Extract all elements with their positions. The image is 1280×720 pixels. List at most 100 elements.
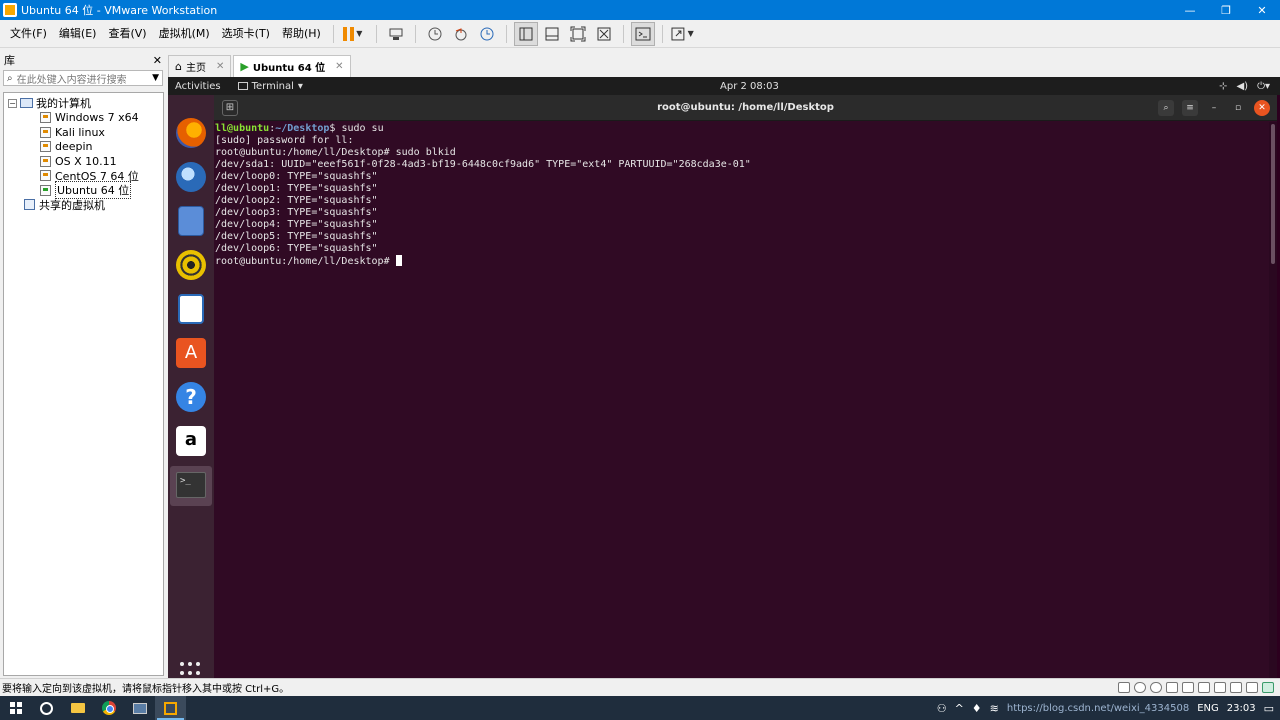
terminal-output[interactable]: ll@ubuntu:~/Desktop$ sudo su [sudo] passw… (214, 122, 1269, 678)
chevron-up-icon[interactable]: ^ (955, 702, 964, 715)
tree-item-shared-vms[interactable]: 共享的虚拟机 (4, 198, 163, 213)
power-icon[interactable]: ⏻▾ (1257, 81, 1270, 92)
tab-ubuntu[interactable]: ▶ Ubuntu 64 位 ✕ (233, 55, 351, 77)
tree-item-vm[interactable]: Kali linux (4, 125, 163, 140)
toolbar-separator (375, 24, 377, 43)
hard-disk-icon[interactable] (1118, 682, 1130, 693)
tree-item-vm-selected[interactable]: Ubuntu 64 位 (4, 181, 163, 200)
console-view-button[interactable] (630, 21, 655, 46)
show-library-button[interactable] (513, 21, 538, 46)
printer-icon[interactable] (1230, 682, 1242, 693)
terminal-icon[interactable]: >_ (170, 466, 212, 506)
pause-icon (343, 26, 355, 41)
chrome-icon (101, 701, 116, 715)
activities-button[interactable]: Activities (175, 81, 221, 92)
ubuntu-software-icon[interactable]: A (176, 338, 206, 368)
volume-icon[interactable]: ◀) (1236, 81, 1248, 92)
security-icon[interactable]: ♦ (972, 702, 982, 715)
maximize-icon[interactable]: ▫ (1230, 100, 1246, 116)
menu-view[interactable]: 查看(V) (102, 20, 152, 48)
sound-card-icon[interactable] (1214, 682, 1226, 693)
search-dropdown-icon[interactable]: ▼ (152, 73, 159, 83)
remote-desktop-button[interactable] (124, 696, 155, 720)
floppy-icon[interactable] (1166, 682, 1178, 693)
console-icon (635, 27, 651, 40)
file-explorer-button[interactable] (62, 696, 93, 720)
pause-dropdown-icon[interactable]: ▼ (356, 29, 362, 38)
system-tray[interactable]: ⊹ ◀) ⏻▾ (1219, 81, 1270, 92)
pause-button[interactable]: ▼ (341, 22, 365, 46)
menu-file[interactable]: 文件(F) (4, 20, 53, 48)
system-clock[interactable]: 23:03 (1227, 703, 1256, 714)
help-icon[interactable]: ? (176, 382, 206, 412)
toolbar-separator (505, 24, 507, 43)
terminal-line: root@ubuntu:/home/ll/Desktop# (215, 255, 1269, 268)
stretch-dropdown-icon[interactable]: ▼ (688, 29, 694, 38)
library-close-button[interactable]: ✕ (153, 54, 162, 67)
files-icon[interactable] (178, 206, 204, 236)
amazon-icon[interactable]: a (176, 426, 206, 456)
tree-item-vm[interactable]: Windows 7 x64 (4, 111, 163, 126)
cortana-button[interactable] (31, 696, 62, 720)
library-header: 库 ✕ (0, 52, 166, 68)
minimize-button[interactable]: — (1172, 0, 1208, 20)
menu-help[interactable]: 帮助(H) (276, 20, 327, 48)
menu-vm[interactable]: 虚拟机(M) (153, 20, 216, 48)
hamburger-menu-icon[interactable]: ≡ (1182, 99, 1198, 116)
unity-mode-button[interactable] (592, 22, 616, 46)
tab-home[interactable]: ⌂ 主页 ✕ (168, 55, 232, 77)
command-text: $ sudo su (329, 123, 384, 134)
display-icon[interactable] (1246, 682, 1258, 693)
start-button[interactable] (0, 696, 31, 720)
tree-item-vm[interactable]: deepin (4, 140, 163, 155)
message-log-icon[interactable] (1262, 682, 1274, 693)
menu-tabs[interactable]: 选项卡(T) (216, 20, 276, 48)
tab-close-icon[interactable]: ✕ (335, 61, 343, 72)
chrome-button[interactable] (93, 696, 124, 720)
device-icons (1118, 682, 1274, 693)
libreoffice-writer-icon[interactable] (178, 294, 204, 324)
close-icon[interactable]: ✕ (1254, 99, 1270, 116)
terminal-line: ll@ubuntu:~/Desktop$ sudo su (215, 123, 384, 134)
clock[interactable]: Apr 2 08:03 (720, 81, 779, 92)
terminal-scrollbar[interactable] (1269, 122, 1277, 678)
maximize-button[interactable]: ❐ (1208, 0, 1244, 20)
menu-edit[interactable]: 编辑(E) (53, 20, 103, 48)
vm-display[interactable]: Activities Terminal ▾ Apr 2 08:03 ⊹ ◀) ⏻… (168, 77, 1280, 678)
firefox-icon[interactable] (176, 118, 206, 148)
windows-taskbar: ⚇ ^ ♦ ≋ https://blog.csdn.net/weixi_4334… (0, 696, 1280, 720)
vm-icon (40, 170, 51, 182)
collapse-icon[interactable]: − (8, 98, 17, 108)
notification-icon[interactable]: ▭ (1264, 702, 1274, 715)
network-adapter-icon[interactable] (1182, 682, 1194, 693)
terminal-window[interactable]: ⊞ root@ubuntu: /home/ll/Desktop ⌕ ≡ – ▫ … (214, 95, 1277, 678)
revert-snapshot-button[interactable] (449, 22, 473, 46)
thunderbird-icon[interactable] (176, 162, 206, 192)
tree-item-vm[interactable]: OS X 10.11 (4, 154, 163, 169)
library-search-input[interactable]: ⌕ 在此处键入内容进行搜索 ▼ (3, 70, 163, 86)
tree-item-my-computer[interactable]: − 我的计算机 (4, 96, 163, 111)
send-ctrl-alt-del-button[interactable] (384, 22, 408, 46)
tab-close-icon[interactable]: ✕ (216, 61, 224, 72)
input-language[interactable]: ENG (1197, 703, 1219, 714)
vmware-taskbar-button[interactable] (155, 696, 186, 720)
window-title-bar: Ubuntu 64 位 - VMware Workstation — ❐ ✕ (0, 0, 1280, 20)
app-menu-button[interactable]: Terminal ▾ (237, 81, 303, 92)
snapshot-button[interactable] (423, 22, 447, 46)
show-applications-icon[interactable] (180, 662, 202, 678)
usb-controller-icon[interactable] (1198, 682, 1210, 693)
close-button[interactable]: ✕ (1244, 0, 1280, 20)
snapshot-manager-button[interactable] (475, 22, 499, 46)
network-icon[interactable]: ⊹ (1219, 81, 1227, 92)
rhythmbox-icon[interactable] (176, 250, 206, 280)
stretch-mode-button[interactable]: ▼ (670, 22, 694, 46)
minimize-icon[interactable]: – (1206, 100, 1222, 116)
wifi-icon[interactable]: ≋ (990, 702, 999, 715)
search-icon[interactable]: ⌕ (1158, 99, 1174, 116)
scrollbar-thumb[interactable] (1271, 124, 1275, 264)
cd-dvd-icon[interactable] (1150, 682, 1162, 693)
fullscreen-button[interactable] (566, 22, 590, 46)
thumbnail-bar-button[interactable] (540, 22, 564, 46)
cd-dvd-icon[interactable] (1134, 682, 1146, 693)
people-icon[interactable]: ⚇ (937, 702, 947, 715)
